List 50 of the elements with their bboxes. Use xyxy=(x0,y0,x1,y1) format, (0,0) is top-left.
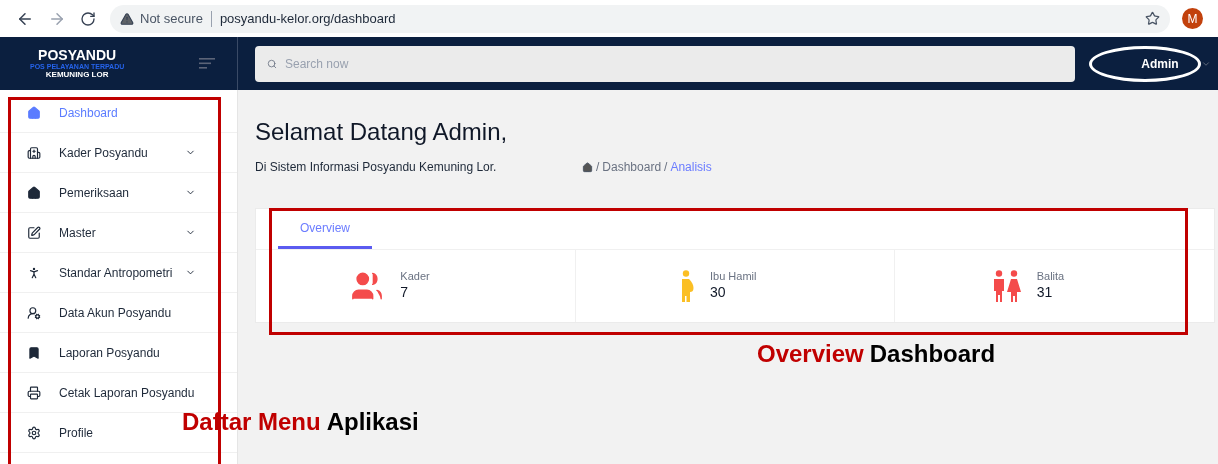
stat-value: 7 xyxy=(400,284,410,302)
sidebar-item[interactable]: Pemeriksaan xyxy=(0,172,212,213)
edit-icon xyxy=(27,225,41,240)
stat-label: Balita xyxy=(1036,270,1066,285)
address-bar[interactable]: Not secure posyandu-kelor.org/dashboard xyxy=(110,4,1170,33)
home-icon[interactable] xyxy=(582,161,593,173)
user-menu[interactable]: Admin xyxy=(1141,54,1179,73)
url-text: posyandu-kelor.org/dashboard xyxy=(219,9,396,28)
search-input[interactable]: Search now xyxy=(285,54,985,73)
sidebar-item[interactable]: Kader Posyandu xyxy=(0,132,212,173)
search-field[interactable]: Search now xyxy=(255,45,1075,82)
stat-value: 31 xyxy=(1036,284,1054,302)
tab[interactable]: Overview xyxy=(278,219,372,249)
sidebar-item[interactable]: Dashboard xyxy=(0,92,124,133)
breadcrumb-separator: / xyxy=(664,159,668,176)
breadcrumb-link[interactable]: Dashboard xyxy=(602,158,662,176)
search-icon xyxy=(267,58,277,69)
sidebar-item[interactable]: Standar Antropometri xyxy=(0,252,212,293)
page-subtitle: Di Sistem Informasi Posyandu Kemuning Lor. xyxy=(255,159,498,176)
sidebar-item[interactable]: Master xyxy=(0,212,212,253)
reload-icon[interactable] xyxy=(80,10,96,27)
menu-icon[interactable] xyxy=(199,58,215,69)
stat-label: Kader xyxy=(400,270,431,285)
stat-label: Ibu Hamil xyxy=(710,270,758,285)
annotation-highlight: Overview xyxy=(757,342,864,366)
warning-icon xyxy=(120,11,134,26)
profile-avatar[interactable]: M xyxy=(1182,8,1203,29)
sidebar-item[interactable]: Profile xyxy=(0,412,99,453)
house-icon xyxy=(27,185,41,200)
book-icon xyxy=(27,345,41,360)
user-key-icon xyxy=(27,305,41,320)
house-icon xyxy=(27,105,41,120)
boy-and-girl-icon xyxy=(992,270,1021,302)
logo-place: KEMUNING LOR xyxy=(45,71,109,79)
annotation-text: Aplikasi xyxy=(326,410,419,434)
settings-icon xyxy=(27,425,41,440)
annotation-text: Dashboard xyxy=(869,342,996,366)
logo-title: POSYANDU xyxy=(38,48,117,62)
sidebar-item[interactable]: Laporan Posyandu xyxy=(0,332,166,373)
security-label: Not secure xyxy=(140,9,203,28)
sidebar-item[interactable]: Cetak Laporan Posyandu xyxy=(0,372,201,413)
person-icon xyxy=(27,265,41,280)
printer-icon xyxy=(27,385,41,400)
building-icon xyxy=(27,145,41,160)
breadcrumb-separator: / xyxy=(596,159,600,176)
sidebar-item[interactable]: Data Akun Posyandu xyxy=(0,292,178,333)
stat-value: 30 xyxy=(710,284,727,302)
bookmark-star-icon[interactable] xyxy=(1145,11,1160,26)
page-title: Selamat Datang Admin, xyxy=(255,120,509,144)
pregnant-woman-icon xyxy=(680,270,694,302)
